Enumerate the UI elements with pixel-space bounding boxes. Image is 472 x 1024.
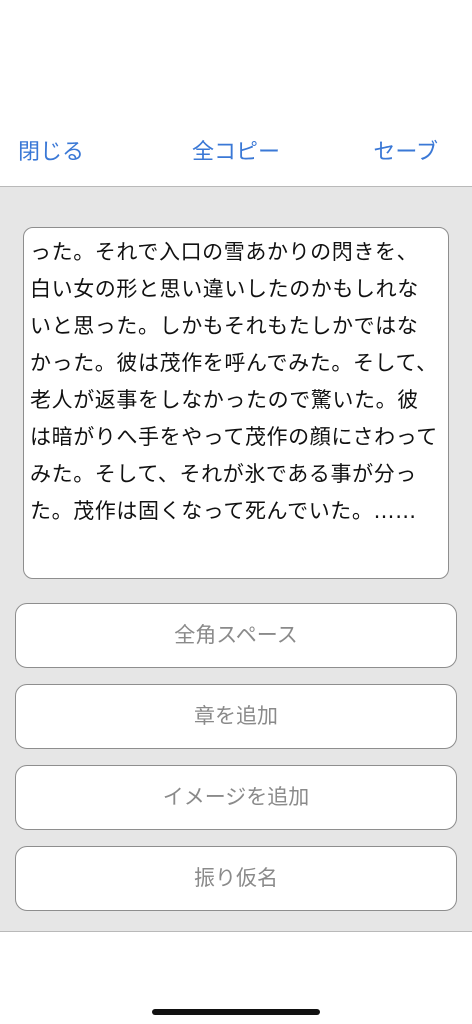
add-image-button[interactable]: イメージを追加 (15, 765, 457, 830)
fullwidth-space-button[interactable]: 全角スペース (15, 603, 457, 668)
text-editor[interactable]: った。それで入口の雪あかりの閃きを、白い女の形と思い違いしたのかもしれないと思っ… (23, 227, 449, 579)
furigana-button[interactable]: 振り仮名 (15, 846, 457, 911)
content-area: った。それで入口の雪あかりの閃きを、白い女の形と思い違いしたのかもしれないと思っ… (0, 187, 472, 931)
home-indicator[interactable] (152, 1009, 320, 1015)
editor-screen: 閉じる 全コピー セーブ った。それで入口の雪あかりの閃きを、白い女の形と思い違… (0, 0, 472, 1024)
navigation-bar: 閉じる 全コピー セーブ (0, 0, 472, 186)
content-divider (0, 931, 472, 932)
save-button[interactable]: セーブ (373, 136, 438, 170)
add-chapter-button[interactable]: 章を追加 (15, 684, 457, 749)
